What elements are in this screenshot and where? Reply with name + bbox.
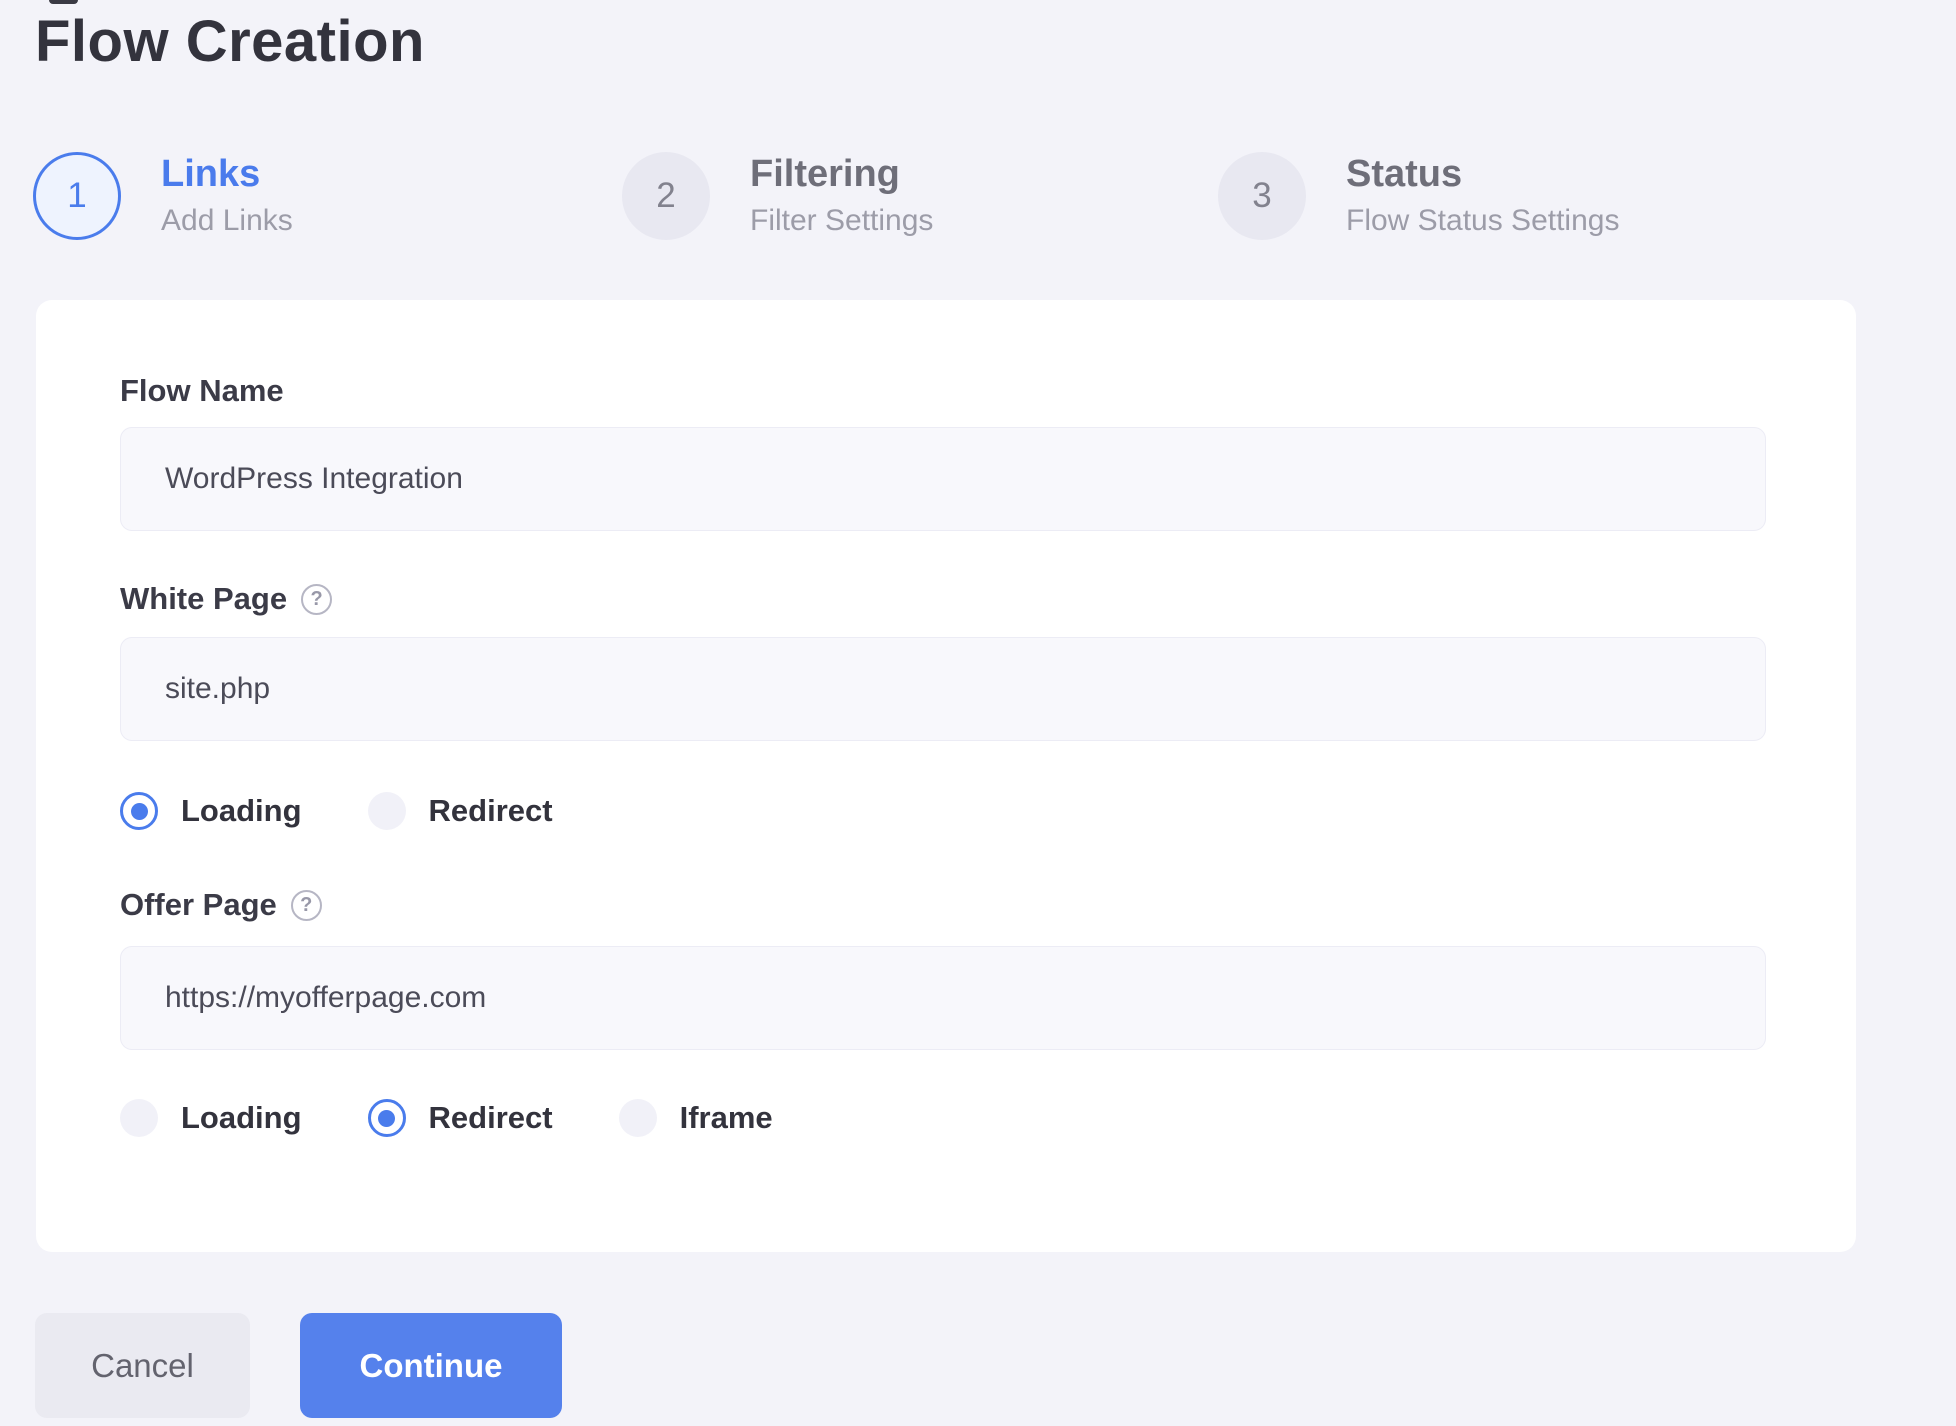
radio-label: Redirect <box>429 1100 553 1136</box>
step-3-subtitle: Flow Status Settings <box>1346 204 1619 238</box>
step-1-text: Links Add Links <box>161 154 293 238</box>
radio-button-icon[interactable] <box>120 1099 158 1137</box>
white-page-loading-radio[interactable]: Loading <box>120 792 302 830</box>
offer-page-label-text: Offer Page <box>120 889 277 921</box>
step-1-subtitle: Add Links <box>161 204 293 238</box>
step-1-title: Links <box>161 154 293 196</box>
radio-button-icon[interactable] <box>368 1099 406 1137</box>
step-1-number-badge: 1 <box>33 152 121 240</box>
step-filtering[interactable]: 2 Filtering Filter Settings <box>622 152 933 240</box>
white-page-input[interactable] <box>120 637 1766 741</box>
flow-form-card: Flow Name White Page ? Loading Redirect … <box>36 300 1856 1252</box>
flow-name-input[interactable] <box>120 427 1766 531</box>
radio-label: Redirect <box>429 793 553 829</box>
form-actions: Cancel Continue <box>35 1313 562 1418</box>
white-page-label-text: White Page <box>120 583 287 615</box>
radio-button-icon[interactable] <box>368 792 406 830</box>
step-3-text: Status Flow Status Settings <box>1346 154 1619 238</box>
continue-button[interactable]: Continue <box>300 1313 562 1418</box>
offer-page-loading-radio[interactable]: Loading <box>120 1099 302 1137</box>
step-status[interactable]: 3 Status Flow Status Settings <box>1218 152 1619 240</box>
step-3-number-badge: 3 <box>1218 152 1306 240</box>
radio-label: Loading <box>181 1100 302 1136</box>
offer-page-help-icon[interactable]: ? <box>291 890 322 921</box>
white-page-mode-group: Loading Redirect <box>120 792 1766 830</box>
step-2-subtitle: Filter Settings <box>750 204 933 238</box>
radio-label: Iframe <box>680 1100 773 1136</box>
step-2-text: Filtering Filter Settings <box>750 154 933 238</box>
radio-label: Loading <box>181 793 302 829</box>
step-3-title: Status <box>1346 154 1619 196</box>
cancel-button[interactable]: Cancel <box>35 1313 250 1418</box>
offer-page-iframe-radio[interactable]: Iframe <box>619 1099 773 1137</box>
flow-name-label-text: Flow Name <box>120 375 284 407</box>
white-page-redirect-radio[interactable]: Redirect <box>368 792 553 830</box>
offer-page-input[interactable] <box>120 946 1766 1050</box>
step-2-number-badge: 2 <box>622 152 710 240</box>
white-page-label: White Page ? <box>120 583 1766 615</box>
flow-name-label: Flow Name <box>120 375 1766 407</box>
offer-page-mode-group: Loading Redirect Iframe <box>120 1099 1766 1137</box>
step-2-title: Filtering <box>750 154 933 196</box>
offer-page-redirect-radio[interactable]: Redirect <box>368 1099 553 1137</box>
cropped-ui-artifact <box>49 0 78 4</box>
radio-button-icon[interactable] <box>120 792 158 830</box>
offer-page-label: Offer Page ? <box>120 889 1766 921</box>
page-title: Flow Creation <box>35 8 425 75</box>
radio-button-icon[interactable] <box>619 1099 657 1137</box>
wizard-stepper: 1 Links Add Links 2 Filtering Filter Set… <box>0 152 1956 272</box>
step-links[interactable]: 1 Links Add Links <box>33 152 293 240</box>
white-page-help-icon[interactable]: ? <box>301 584 332 615</box>
